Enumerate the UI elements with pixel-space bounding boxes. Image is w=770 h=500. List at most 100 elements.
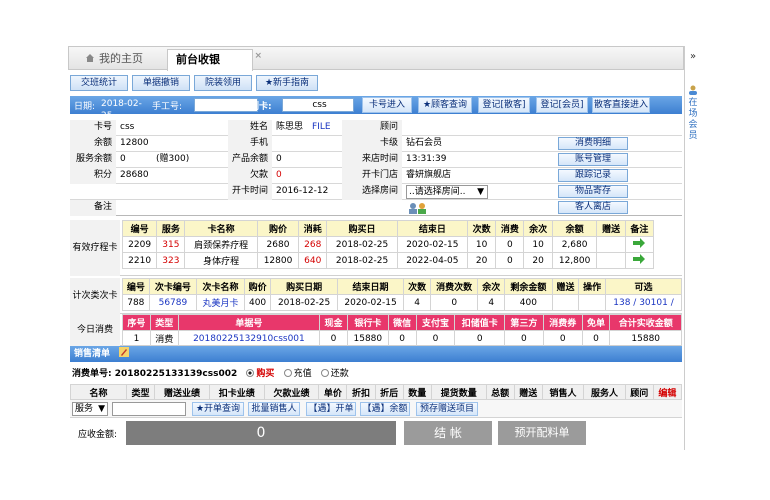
- follow-record-button[interactable]: 跟踪记录: [558, 169, 628, 182]
- order-no-value: 20180225133139css002: [114, 369, 238, 379]
- file-link[interactable]: FILE: [310, 120, 340, 136]
- type-select[interactable]: 服务 ▼: [72, 402, 108, 416]
- table-row[interactable]: 788 56789 丸美月卡 400 2018-02-25 2020-02-15…: [122, 294, 682, 311]
- cell: 268: [298, 236, 328, 253]
- col-seller: 销售人: [541, 384, 585, 400]
- table-row[interactable]: 2209 315 肩颈保养疗程 2680 268 2018-02-25 2020…: [121, 236, 655, 253]
- col-gift-perf: 赠送业绩: [154, 384, 210, 400]
- col-no: 编号: [122, 278, 150, 295]
- cell: 315: [156, 236, 186, 253]
- cell: 0: [542, 330, 583, 347]
- register-guest-button[interactable]: 登记[散客]: [478, 97, 530, 113]
- cell: 323: [156, 252, 186, 269]
- guest-leave-button[interactable]: 客人离店: [558, 201, 628, 214]
- table-row[interactable]: 1 消费 20180225132910css001 0 15880 0 0 0 …: [122, 330, 682, 347]
- open-time-value: 2016-12-12: [276, 186, 329, 196]
- cell: 1: [122, 330, 151, 347]
- balance-value: 12800: [120, 138, 149, 148]
- cell: 0: [319, 330, 348, 347]
- cell[interactable]: 138 / 30101 /: [605, 294, 682, 311]
- account-manage-button[interactable]: 账号管理: [558, 153, 628, 166]
- sales-input-row: 服务 ▼ ★开单查询 批量销售人 【遇】开单 【遇】余额 预存赠送项目: [70, 400, 682, 418]
- cell[interactable]: [624, 252, 655, 269]
- guest-direct-button[interactable]: 散客直接进入: [592, 97, 650, 113]
- prefill-order-button[interactable]: 预开配料单: [498, 421, 586, 445]
- arrow-right-icon[interactable]: [632, 254, 646, 264]
- undo-bill-button[interactable]: 单据撤销: [132, 75, 190, 91]
- tab-bar: 我的主页 前台收银 ×: [68, 46, 684, 71]
- cell[interactable]: 56789: [148, 294, 198, 311]
- cell: [578, 294, 606, 311]
- service-balance-value: 0: [120, 154, 126, 164]
- sales-list-header: 销售清单: [70, 346, 682, 362]
- checkout-button[interactable]: 结 帐: [404, 421, 492, 445]
- radio-buy[interactable]: [246, 369, 255, 377]
- worker-input[interactable]: [194, 98, 258, 112]
- debt-value: 0: [276, 170, 282, 180]
- newbie-guide-button[interactable]: ★新手指南: [256, 75, 318, 91]
- order-query-button[interactable]: ★开单查询: [192, 402, 244, 416]
- col-consume: 消耗: [298, 220, 328, 237]
- register-member-button[interactable]: 登记[会员]: [536, 97, 588, 113]
- cell: 400: [243, 294, 272, 311]
- radio-return[interactable]: [320, 369, 329, 377]
- date-bar: 日期: 2018-02-25 手工号: 刷卡: css 卡号进入 ★顾客查询 登…: [70, 96, 682, 121]
- cell[interactable]: 丸美月卡: [196, 294, 245, 311]
- col-used: 消费: [495, 220, 525, 237]
- radio-buy-label: 购买: [256, 369, 275, 379]
- total-label: 应收金额:: [78, 430, 118, 440]
- item-input[interactable]: [112, 402, 186, 416]
- name-value: 陈思思: [276, 122, 304, 132]
- col-after-discount: 折后: [374, 384, 404, 400]
- col-card-name: 卡名称: [184, 220, 258, 237]
- card-enter-button[interactable]: 卡号进入: [362, 97, 412, 113]
- cell: 0: [495, 236, 525, 253]
- visit-time-value: 13:31:39: [406, 154, 447, 164]
- open-order-button[interactable]: 【遇】开单: [306, 402, 356, 416]
- col-gift: 赠送: [551, 278, 580, 295]
- cell[interactable]: 20180225132910css001: [177, 330, 321, 347]
- arrow-right-icon[interactable]: [632, 238, 646, 248]
- order-no-label: 消费单号:: [72, 369, 112, 379]
- cell: 12800: [256, 252, 300, 269]
- total-amount: 0: [126, 421, 396, 445]
- cell: [596, 236, 626, 253]
- col-total: 合计实收金额: [609, 314, 682, 331]
- room-select[interactable]: ..请选择房间.. ▼: [406, 185, 488, 199]
- tab-home[interactable]: 我的主页: [77, 49, 163, 71]
- table-row[interactable]: 2210 323 身体疗程 12800 640 2018-02-25 2022-…: [121, 252, 655, 269]
- col-amount: 总额: [485, 384, 515, 400]
- cell[interactable]: [624, 236, 655, 253]
- prestore-gift-button[interactable]: 预存赠送项目: [416, 402, 478, 416]
- balance-button[interactable]: 【遇】余额: [360, 402, 410, 416]
- item-storage-button[interactable]: 物品寄存: [558, 185, 628, 198]
- people-icon[interactable]: [408, 202, 428, 214]
- col-used-times: 消费次数: [429, 278, 479, 295]
- radio-refill[interactable]: [283, 369, 292, 377]
- date-field[interactable]: 2018-02-25: [98, 98, 150, 121]
- card-label: 刷卡:: [250, 102, 272, 112]
- supply-use-button[interactable]: 院装领用: [194, 75, 252, 91]
- edit-icon[interactable]: [119, 347, 130, 357]
- type-select-value: 服务: [75, 404, 94, 414]
- shift-stats-button[interactable]: 交班统计: [70, 75, 128, 91]
- cell: 20: [523, 252, 553, 269]
- col-price: 购价: [256, 220, 300, 237]
- cell: 788: [122, 294, 150, 311]
- card-input[interactable]: css: [282, 98, 354, 112]
- points-value: 28680: [120, 170, 149, 180]
- tab-cashier[interactable]: 前台收银 ×: [167, 49, 262, 71]
- onsite-members-panel[interactable]: 在场会员: [686, 84, 700, 142]
- course-cards-section: 有效疗程卡 编号 服务 卡名称 购价 消耗 购买日 结束日 次数 消费 余次 余…: [70, 220, 682, 276]
- cell: 2680: [256, 236, 300, 253]
- col-optional: 可选: [605, 278, 682, 295]
- cell: 10: [466, 236, 497, 253]
- close-icon[interactable]: ×: [254, 46, 262, 66]
- col-unit-price: 单价: [318, 384, 348, 400]
- chevron-down-icon[interactable]: »: [686, 50, 700, 64]
- col-buy-date: 购买日期: [270, 278, 338, 295]
- customer-search-button[interactable]: ★顾客查询: [418, 97, 472, 113]
- consume-detail-button[interactable]: 消费明细: [558, 137, 628, 150]
- col-type: 类型: [149, 314, 179, 331]
- batch-seller-button[interactable]: 批量销售人: [248, 402, 300, 416]
